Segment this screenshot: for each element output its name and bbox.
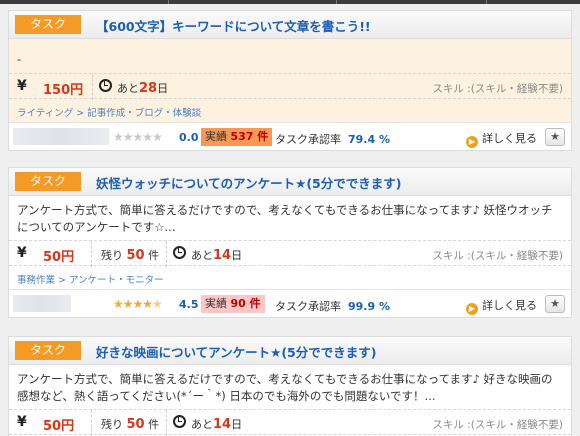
task-badge: タスク [15, 341, 81, 360]
task-deadline: あと28日 [117, 81, 169, 96]
task-categories: ライティング > 記事作成・ブログ・体験談 [17, 108, 202, 119]
yen-icon: ¥ [17, 78, 27, 94]
detail-button[interactable]: ▶ 詳しく見る [466, 130, 537, 148]
task-badge: タスク [15, 15, 81, 34]
task-price: 50円 [43, 419, 75, 434]
detail-button[interactable]: ▶ 詳しく見る [466, 297, 537, 315]
task-meta-row: ¥ 150円 あと28日 スキル :(スキル・経験不要) [9, 73, 571, 100]
approval-rate: タスク承認率 79.4 % [275, 133, 390, 146]
task-card: タスク 妖怪ウォッチについてのアンケート★(5分でできます) アンケート方式で、… [8, 167, 572, 318]
top-bar [0, 0, 580, 4]
client-jisseki: 実績 90 件 [201, 295, 265, 313]
client-jisseki: 実績 537 件 [201, 128, 273, 146]
client-rating: 0.0 [179, 131, 199, 144]
favorite-star-button[interactable]: ★ [545, 128, 565, 146]
favorite-star-button[interactable]: ★ [545, 295, 565, 313]
task-categories: 事務作業 > アンケート・モニター [17, 275, 164, 286]
clock-icon [99, 79, 112, 92]
task-body: - ¥ 150円 あと28日 スキル :(スキル・経験不要) ライティング > … [9, 39, 571, 122]
category-link[interactable]: アンケート・モニター [69, 275, 164, 286]
task-footer: ★★★★★ 0.0 実績 537 件 タスク承認率 79.4 % ▶ 詳しく見る … [9, 122, 571, 150]
task-description: アンケート方式で、簡単に答えるだけですので、考えなくてもできるお仕事になってます… [17, 203, 553, 234]
approval-rate: タスク承認率 99.9 % [275, 300, 390, 313]
rating-stars-icon: ★★★★★ [113, 297, 163, 311]
task-meta-row: ¥ 50円 残り 50 件 あと14日 スキル :(スキル・経験不要) [9, 240, 571, 267]
task-body: アンケート方式で、簡単に答えるだけですので、考えなくてもできるお仕事になってます… [9, 365, 571, 436]
task-skill: スキル :(スキル・経験不要) [432, 419, 563, 431]
task-price: 150円 [43, 83, 84, 98]
task-price: 50円 [43, 250, 75, 265]
arrow-right-icon: ▶ [466, 136, 478, 148]
rating-stars-icon: ★★★★★ [113, 130, 163, 144]
task-title-link[interactable]: 好きな映画についてアンケート★(5分でできます) [96, 342, 376, 361]
task-remaining: 残り 50 件 [101, 417, 160, 432]
arrow-right-icon: ▶ [466, 303, 478, 315]
client-avatar[interactable] [13, 128, 109, 145]
task-title-link[interactable]: 妖怪ウォッチについてのアンケート★(5分でできます) [96, 173, 401, 192]
task-title-link[interactable]: 【600文字】キーワードについて文章を書こう!! [96, 16, 371, 35]
task-deadline: あと14日 [191, 248, 243, 263]
task-footer: ★★★★★ 4.5 実績 90 件 タスク承認率 99.9 % ▶ 詳しく見る ★ [9, 289, 571, 317]
client-rating: 4.5 [179, 298, 199, 311]
task-card-header: タスク 【600文字】キーワードについて文章を書こう!! [9, 11, 571, 39]
task-card: タスク 【600文字】キーワードについて文章を書こう!! - ¥ 150円 あと… [8, 10, 572, 151]
task-badge: タスク [15, 172, 81, 191]
task-skill: スキル :(スキル・経験不要) [432, 250, 563, 262]
task-card-header: タスク 好きな映画についてアンケート★(5分でできます) [9, 337, 571, 365]
task-meta-row: ¥ 50円 残り 50 件 あと14日 スキル :(スキル・経験不要) [9, 409, 571, 436]
task-description: - [17, 52, 22, 66]
clock-icon [173, 246, 186, 259]
category-link[interactable]: ライティング [17, 108, 73, 119]
yen-icon: ¥ [17, 414, 27, 430]
task-body: アンケート方式で、簡単に答えるだけですので、考えなくてもできるお仕事になってます… [9, 196, 571, 289]
clock-icon [173, 415, 186, 428]
client-avatar[interactable] [13, 295, 71, 312]
task-card-header: タスク 妖怪ウォッチについてのアンケート★(5分でできます) [9, 168, 571, 196]
category-link[interactable]: 事務作業 [17, 275, 55, 286]
task-card: タスク 好きな映画についてアンケート★(5分でできます) アンケート方式で、簡単… [8, 336, 572, 436]
yen-icon: ¥ [17, 245, 27, 261]
task-deadline: あと14日 [191, 417, 243, 432]
category-link[interactable]: 記事作成・ブログ・体験談 [87, 108, 201, 119]
task-remaining: 残り 50 件 [101, 248, 160, 263]
task-description: アンケート方式で、簡単に答えるだけですので、考えなくてもできるお仕事になってます… [17, 372, 553, 403]
task-skill: スキル :(スキル・経験不要) [432, 83, 563, 95]
